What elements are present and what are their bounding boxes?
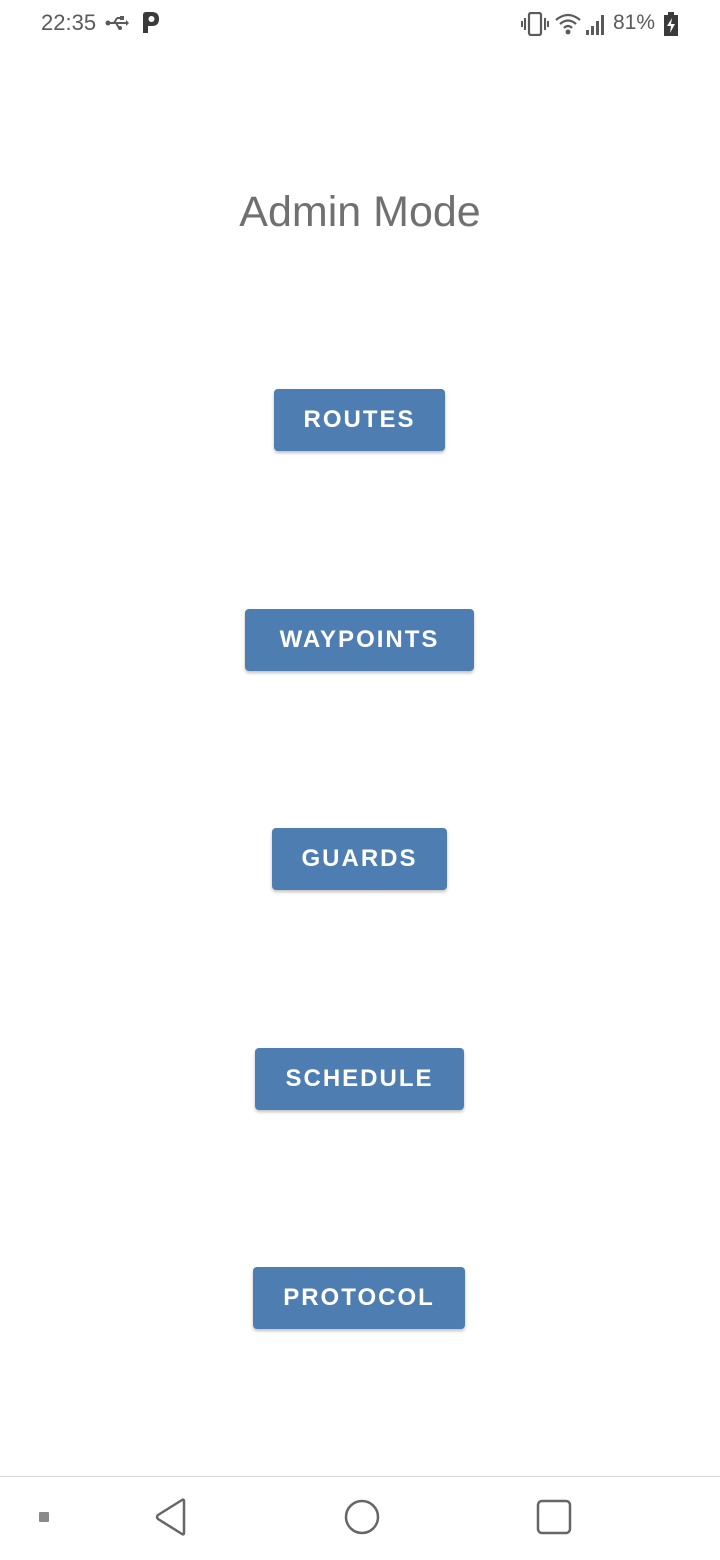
recents-button[interactable]: [530, 1495, 578, 1543]
protocol-button-label: PROTOCOL: [283, 1284, 435, 1311]
schedule-button-label: SCHEDULE: [285, 1065, 434, 1092]
guards-button[interactable]: GUARDS: [272, 828, 447, 890]
recents-icon: [535, 1498, 573, 1541]
home-button[interactable]: [338, 1495, 386, 1543]
signal-icon: [584, 12, 608, 41]
guards-button-label: GUARDS: [301, 845, 418, 872]
waypoints-button-label: WAYPOINTS: [279, 626, 440, 653]
schedule-button[interactable]: SCHEDULE: [255, 1048, 464, 1110]
vibrate-icon: [521, 11, 549, 41]
routes-button[interactable]: ROUTES: [274, 389, 445, 451]
status-bar: 22:35 81%: [0, 0, 720, 48]
admin-mode-screen: 22:35 81% Admin Mode ROUTES WAYPOINTS GU…: [0, 0, 720, 1560]
status-time: 22:35: [41, 10, 97, 35]
routes-button-label: ROUTES: [303, 406, 416, 433]
back-button[interactable]: [147, 1495, 195, 1543]
battery-charging-icon: [663, 12, 679, 41]
back-icon: [154, 1497, 188, 1541]
navigation-bar: [0, 1477, 720, 1560]
menu-dot-icon: [38, 1510, 50, 1528]
parking-app-icon: [139, 11, 161, 40]
page-title: Admin Mode: [239, 188, 481, 236]
protocol-button[interactable]: PROTOCOL: [253, 1267, 465, 1329]
usb-icon: [105, 14, 129, 37]
battery-percent: 81%: [613, 11, 656, 34]
waypoints-button[interactable]: WAYPOINTS: [245, 609, 474, 671]
wifi-icon: [554, 12, 582, 41]
menu-dot-button[interactable]: [20, 1495, 68, 1543]
home-icon: [343, 1498, 381, 1541]
